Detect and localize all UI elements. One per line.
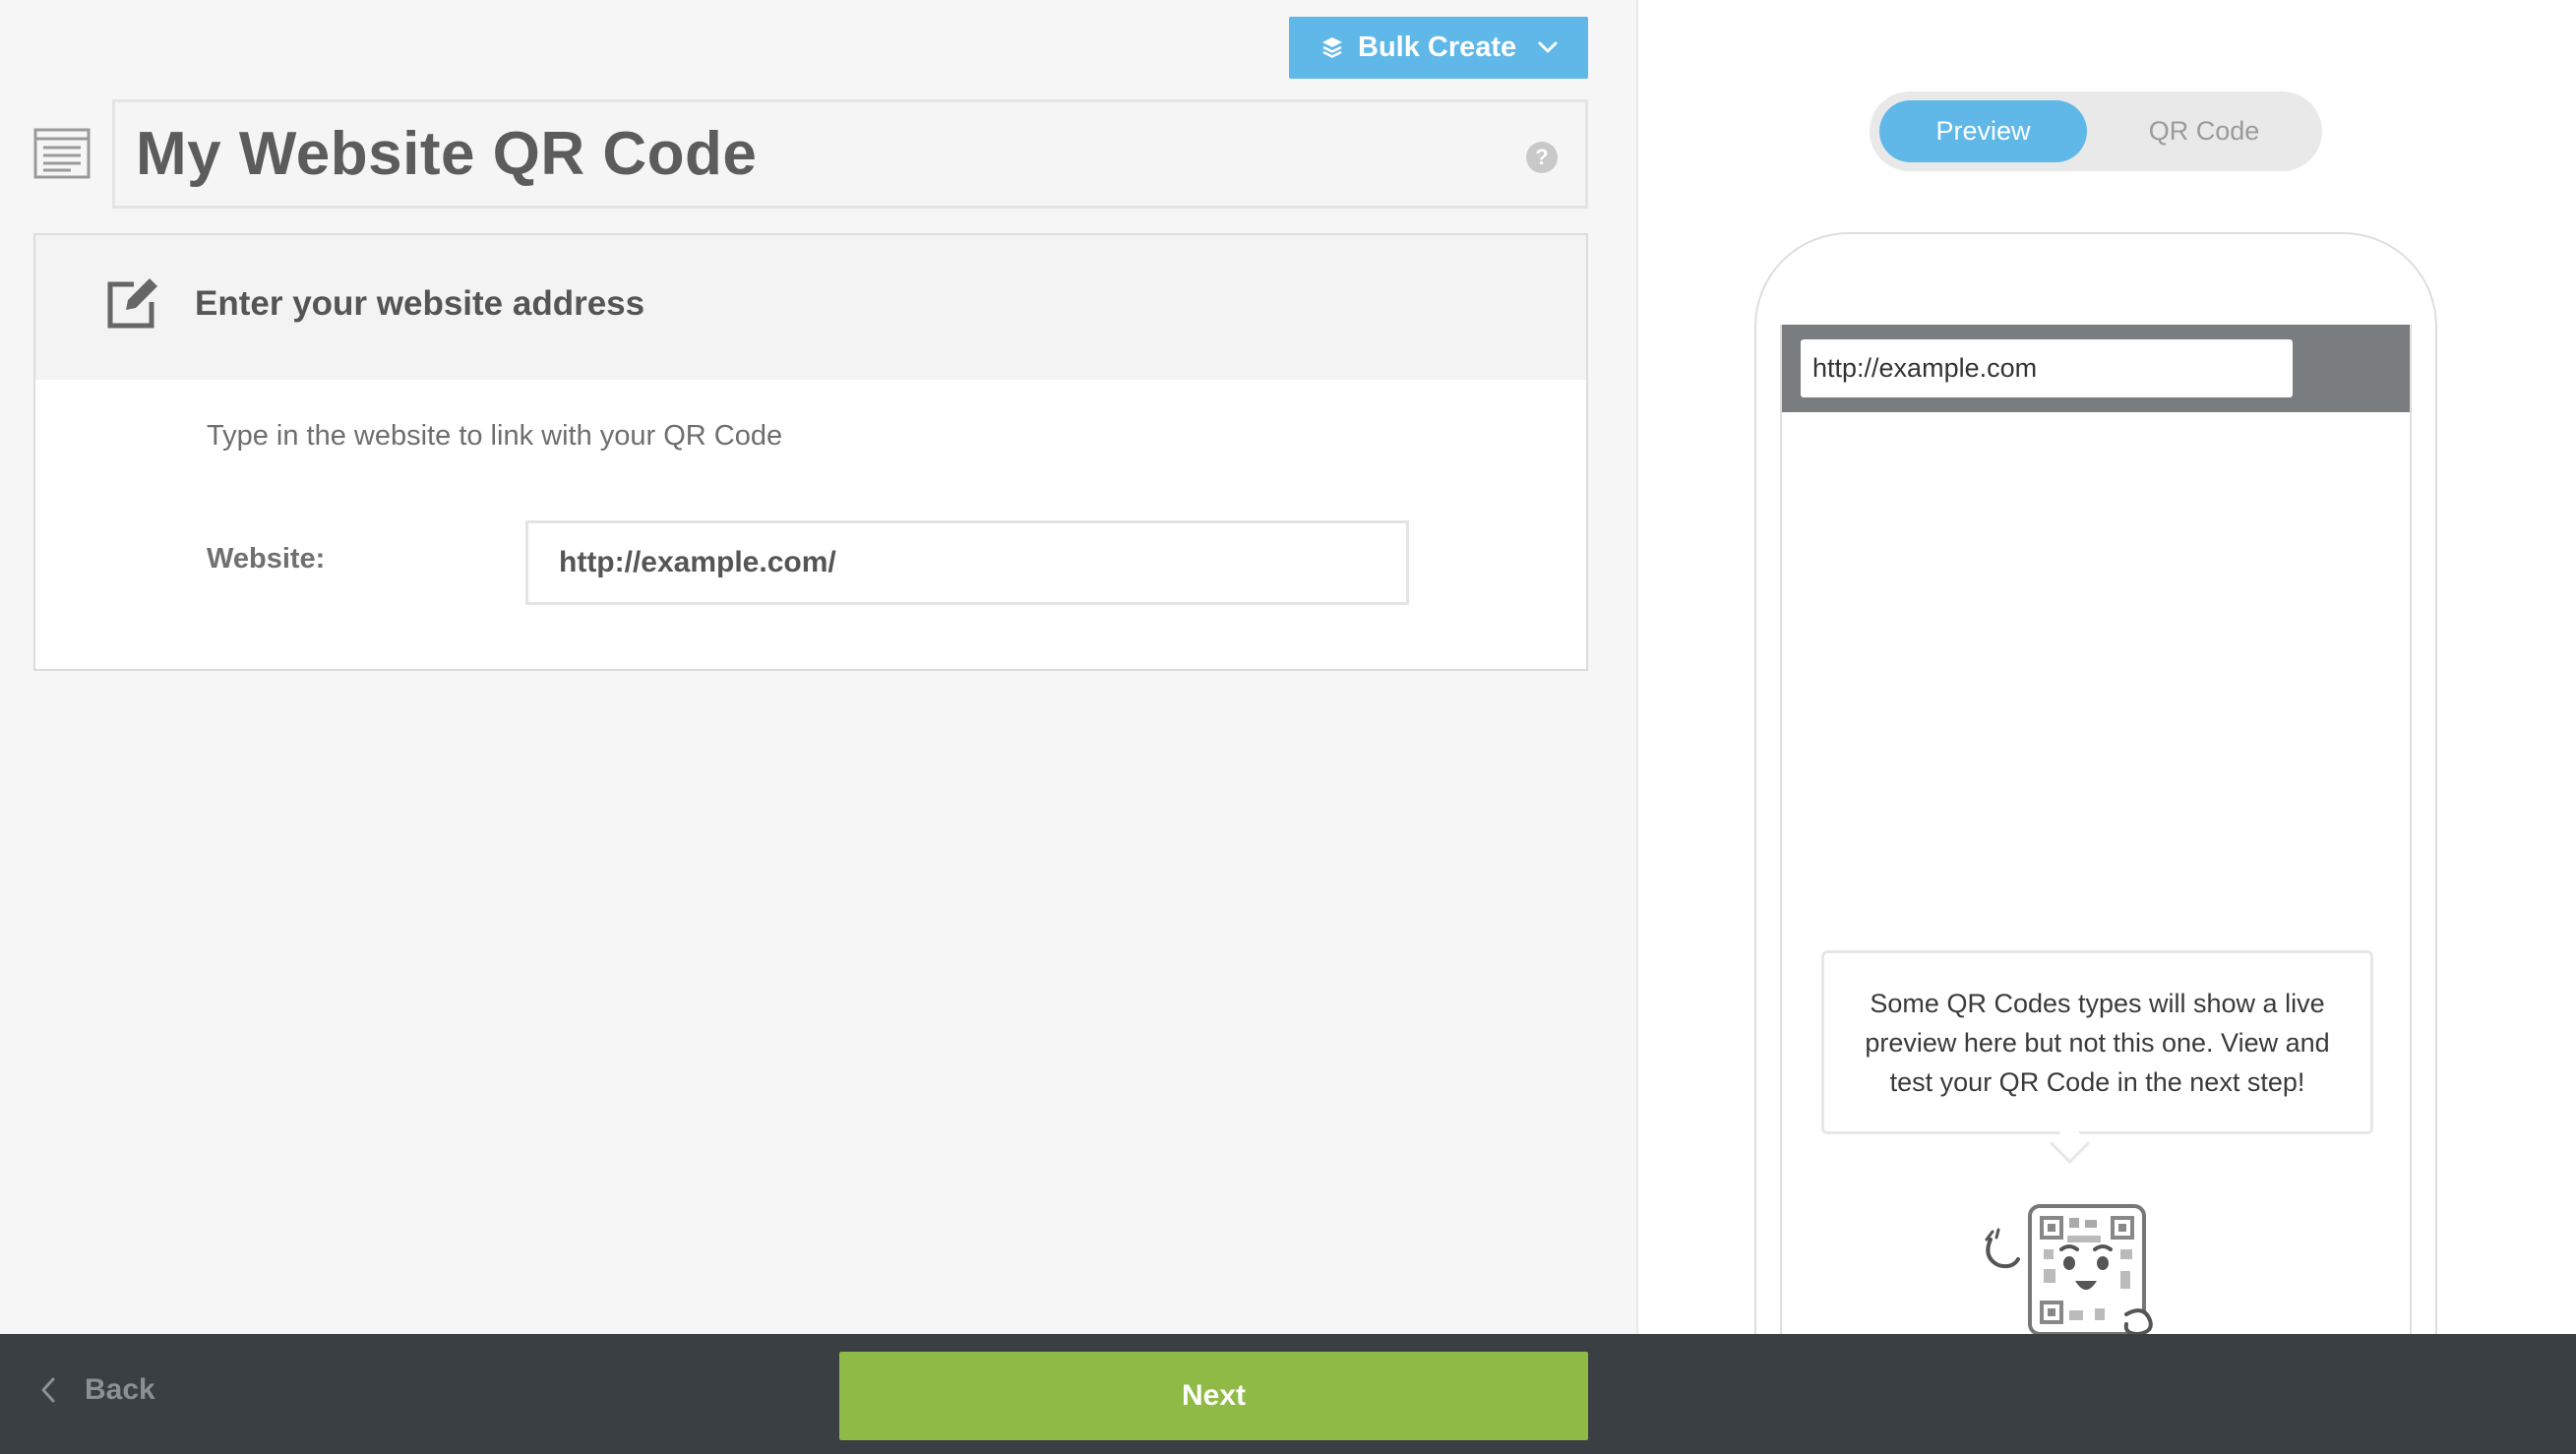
qr-mascot-illustration xyxy=(1985,1204,2153,1334)
document-icon xyxy=(33,128,91,179)
bulk-create-label: Bulk Create xyxy=(1358,31,1517,63)
footer-bar: Back Next xyxy=(0,1334,2576,1454)
card-heading: Enter your website address xyxy=(195,284,645,323)
help-icon[interactable]: ? xyxy=(1526,142,1558,173)
tab-preview[interactable]: Preview xyxy=(1879,100,2087,162)
card-header: Enter your website address xyxy=(35,235,1586,380)
edit-icon xyxy=(107,278,157,329)
preview-toggle: Preview QR Code xyxy=(1870,91,2322,171)
next-button[interactable]: Next xyxy=(839,1352,1588,1440)
bulk-create-button[interactable]: Bulk Create xyxy=(1289,17,1588,79)
website-card: Enter your website address Type in the w… xyxy=(33,233,1588,671)
phone-frame: http://example.com Some QR Codes types w… xyxy=(1754,232,2437,1334)
browser-bar: http://example.com xyxy=(1782,325,2410,412)
page-title: My Website QR Code xyxy=(136,120,758,188)
back-button[interactable]: Back xyxy=(39,1373,155,1407)
chevron-down-icon[interactable] xyxy=(1537,38,1559,56)
editor-pane: Bulk Create My Website QR Code ? Enter y… xyxy=(0,0,1636,1334)
preview-message: Some QR Codes types will show a live pre… xyxy=(1821,950,2373,1134)
qr-code-name-field[interactable]: My Website QR Code ? xyxy=(112,99,1588,209)
website-input[interactable] xyxy=(525,520,1409,605)
phone-screen: http://example.com Some QR Codes types w… xyxy=(1780,325,2412,1334)
layers-icon xyxy=(1322,36,1342,58)
chevron-left-icon xyxy=(41,1377,55,1403)
url-bar: http://example.com xyxy=(1801,339,2293,397)
website-label: Website: xyxy=(207,543,326,575)
tab-qr-code[interactable]: QR Code xyxy=(2096,100,2312,162)
card-description: Type in the website to link with your QR… xyxy=(207,420,783,452)
back-label: Back xyxy=(85,1373,155,1406)
preview-pane: Preview QR Code http://example.com Some … xyxy=(1636,0,2576,1334)
